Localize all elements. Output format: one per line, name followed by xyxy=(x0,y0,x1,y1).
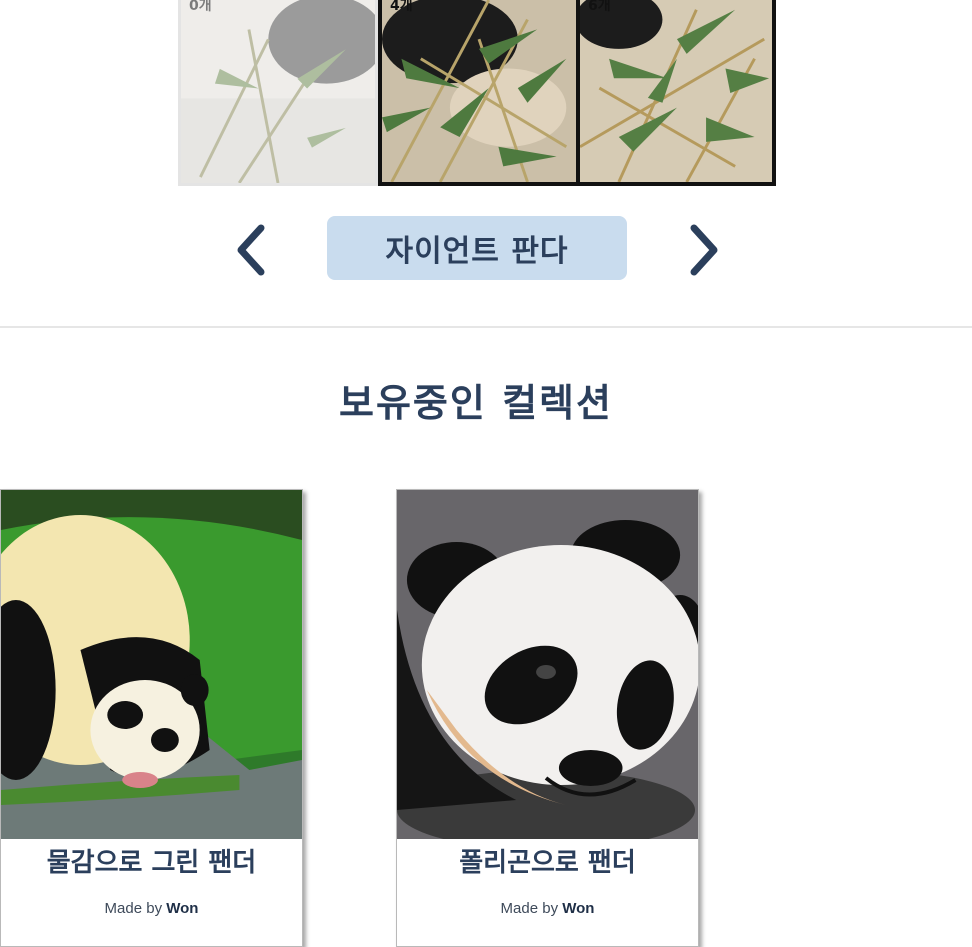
collection-heading: 보유중인 컬렉션 xyxy=(339,381,613,425)
made-by-label: Made by xyxy=(104,900,163,917)
bamboo-image xyxy=(382,0,576,182)
author-name: Won xyxy=(166,900,199,917)
slot-count: 6개 xyxy=(588,0,611,14)
card-title: 물감으로 그린 팬더 xyxy=(46,848,257,878)
bamboo-slot-strip: 0개 4개 6개 xyxy=(178,0,776,186)
author-name: Won xyxy=(562,900,595,917)
collection-card[interactable]: 물감으로 그린 팬더 Made by Won xyxy=(0,489,303,947)
slot-count: 0개 xyxy=(189,0,212,14)
card-author: Made by Won xyxy=(1,900,302,917)
card-image xyxy=(397,490,698,839)
bamboo-slot[interactable]: 6개 xyxy=(578,0,776,186)
chevron-right-icon xyxy=(690,224,718,276)
bamboo-image xyxy=(181,0,375,183)
next-panda-button[interactable] xyxy=(684,222,724,278)
chevron-left-icon xyxy=(237,224,265,276)
card-author: Made by Won xyxy=(397,900,698,917)
bamboo-image xyxy=(580,0,772,182)
bamboo-slot[interactable]: 0개 xyxy=(178,0,378,186)
collection-card[interactable]: 폴리곤으로 팬더 Made by Won xyxy=(396,489,699,947)
section-divider xyxy=(0,326,972,328)
prev-panda-button[interactable] xyxy=(231,222,271,278)
card-image xyxy=(1,490,302,839)
made-by-label: Made by xyxy=(500,900,559,917)
bamboo-slot[interactable]: 4개 xyxy=(378,0,578,186)
card-title: 폴리곤으로 팬더 xyxy=(459,848,636,878)
slot-count: 4개 xyxy=(390,0,413,14)
panda-name-label: 자이언트 판다 xyxy=(327,216,627,280)
